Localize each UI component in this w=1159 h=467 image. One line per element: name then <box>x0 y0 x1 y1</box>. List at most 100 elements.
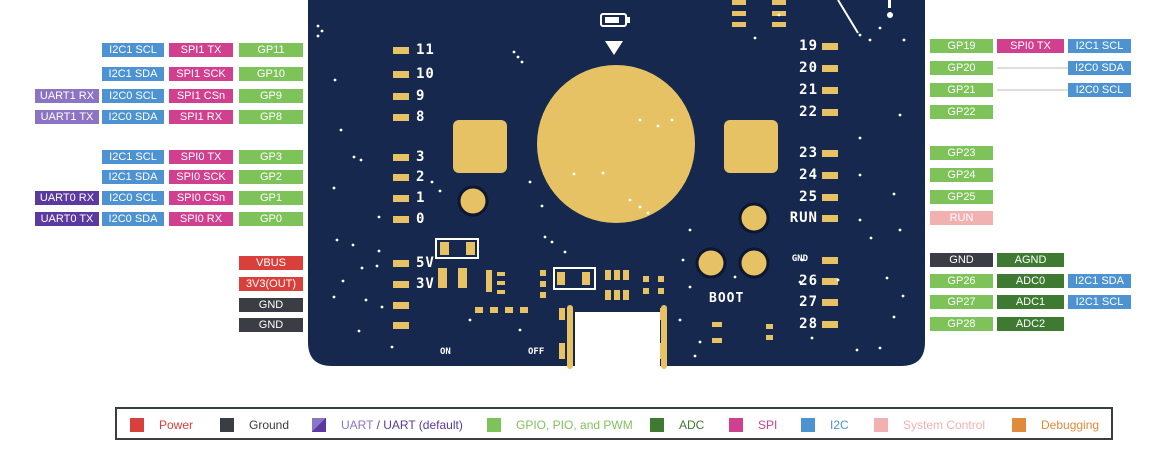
via-dot <box>468 318 472 322</box>
pin-pad <box>393 114 409 121</box>
via-dot <box>333 78 337 82</box>
via-dot <box>638 118 642 122</box>
via-dot <box>377 249 381 253</box>
via-dot <box>380 305 384 309</box>
pin-pad <box>393 47 409 54</box>
pin-pad <box>822 150 838 157</box>
via-dot <box>563 250 567 254</box>
right-pin-label: ADC0 <box>997 274 1064 288</box>
via-dot <box>359 158 363 162</box>
via-dot <box>733 275 737 279</box>
right-pin-label: I2C1 SCL <box>1068 295 1131 309</box>
via-dot <box>550 240 554 244</box>
via-dot <box>901 294 905 298</box>
via-dot <box>892 192 896 196</box>
left-pin-label: SPI1 TX <box>169 43 233 57</box>
left-pin-label: I2C1 SCL <box>102 150 164 164</box>
pin-number-silk: 22 <box>799 104 818 120</box>
pin-pad <box>822 321 838 328</box>
via-dot <box>858 218 862 222</box>
via-dot <box>878 346 882 350</box>
left-pin-label: GP3 <box>239 150 303 164</box>
legend-label: Ground <box>249 418 290 432</box>
pin-pad <box>822 215 838 222</box>
via-dot <box>352 155 356 159</box>
via-dot <box>438 189 442 193</box>
left-pin-label: I2C1 SDA <box>102 67 164 81</box>
via-dot <box>898 113 902 117</box>
via-dot <box>646 211 650 215</box>
via-dot <box>885 276 889 280</box>
legend-swatch <box>312 418 326 432</box>
via-dot <box>390 345 394 349</box>
right-pin-label: GP22 <box>930 105 993 119</box>
left-pin-label: VBUS <box>239 256 303 270</box>
pin-number-silk: GND <box>791 254 808 264</box>
right-pin-label: GP24 <box>930 168 993 182</box>
pin-number-silk: 0 <box>416 211 426 227</box>
via-dot <box>618 338 622 342</box>
pin-number-silk: 3 <box>416 149 426 165</box>
left-pin-label: GND <box>239 298 303 312</box>
pin-pad <box>822 172 838 179</box>
pin-number-silk: 19 <box>799 38 818 54</box>
pin-number-silk: 5V <box>416 255 435 271</box>
left-pin-label: GP9 <box>239 89 303 103</box>
pin-pad <box>393 216 409 223</box>
via-dot <box>316 34 320 38</box>
left-pin-label: SPI1 RX <box>169 110 233 124</box>
pin-number-silk: 8 <box>416 109 426 125</box>
via-dot <box>902 38 906 42</box>
right-pin-label: GP21 <box>930 83 993 97</box>
via-dot <box>678 318 682 322</box>
pin-number-silk: 1 <box>416 190 426 206</box>
usb-connector <box>575 312 660 372</box>
left-pin-label: GP0 <box>239 212 303 226</box>
via-dot <box>688 285 692 289</box>
pin-pad <box>822 299 838 306</box>
pin-pad <box>393 281 409 288</box>
left-pin-label: SPI1 CSn <box>169 89 233 103</box>
via-dot <box>320 29 324 33</box>
pin-number-silk: 2 <box>416 169 426 185</box>
boot-pad-right <box>738 247 770 279</box>
left-pin-label: UART1 RX <box>35 89 99 103</box>
right-pin-label: GP27 <box>930 295 993 309</box>
boot-silk: BOOT <box>709 291 745 306</box>
legend-label: UART / UART (default) <box>341 418 463 432</box>
via-dot <box>698 340 702 344</box>
via-dot <box>693 354 697 358</box>
via-dot <box>898 228 902 232</box>
via-dot <box>869 236 873 240</box>
via-dot <box>878 26 882 30</box>
legend-label: I2C <box>830 418 849 432</box>
via-dot <box>335 238 339 242</box>
legend-label: SPI <box>758 418 778 432</box>
legend: Power Ground UART / UART (default) GPIO, PI… <box>115 407 1113 440</box>
via-dot <box>868 38 872 42</box>
via-dot <box>332 186 336 190</box>
pin-number-silk: 11 <box>416 42 435 58</box>
via-dot <box>543 235 547 239</box>
pin-number-silk: 25 <box>799 189 818 205</box>
pin-number-silk: 10 <box>416 66 435 82</box>
left-pin-label: I2C0 SDA <box>102 212 164 226</box>
legend-label: System Control <box>903 418 986 432</box>
pin-number-silk: 21 <box>799 82 818 98</box>
right-pin-label: GND <box>930 253 993 267</box>
pin-pad <box>822 87 838 94</box>
left-pin-label: I2C1 SCL <box>102 43 164 57</box>
pin-pad <box>393 154 409 161</box>
pin-number-silk: RUN <box>789 210 818 226</box>
right-pin-label: GP20 <box>930 61 993 75</box>
left-pin-label: I2C0 SDA <box>102 110 164 124</box>
via-dot <box>836 278 840 282</box>
via-dot <box>892 315 896 319</box>
right-pin-label: GP28 <box>930 317 993 331</box>
right-pin-label: ADC2 <box>997 317 1064 331</box>
left-pin-label: I2C1 SDA <box>102 170 164 184</box>
off-silk: OFF <box>528 347 545 357</box>
pin-number-silk: 26 <box>799 273 818 289</box>
via-dot <box>572 172 576 176</box>
via-dot <box>339 128 343 132</box>
